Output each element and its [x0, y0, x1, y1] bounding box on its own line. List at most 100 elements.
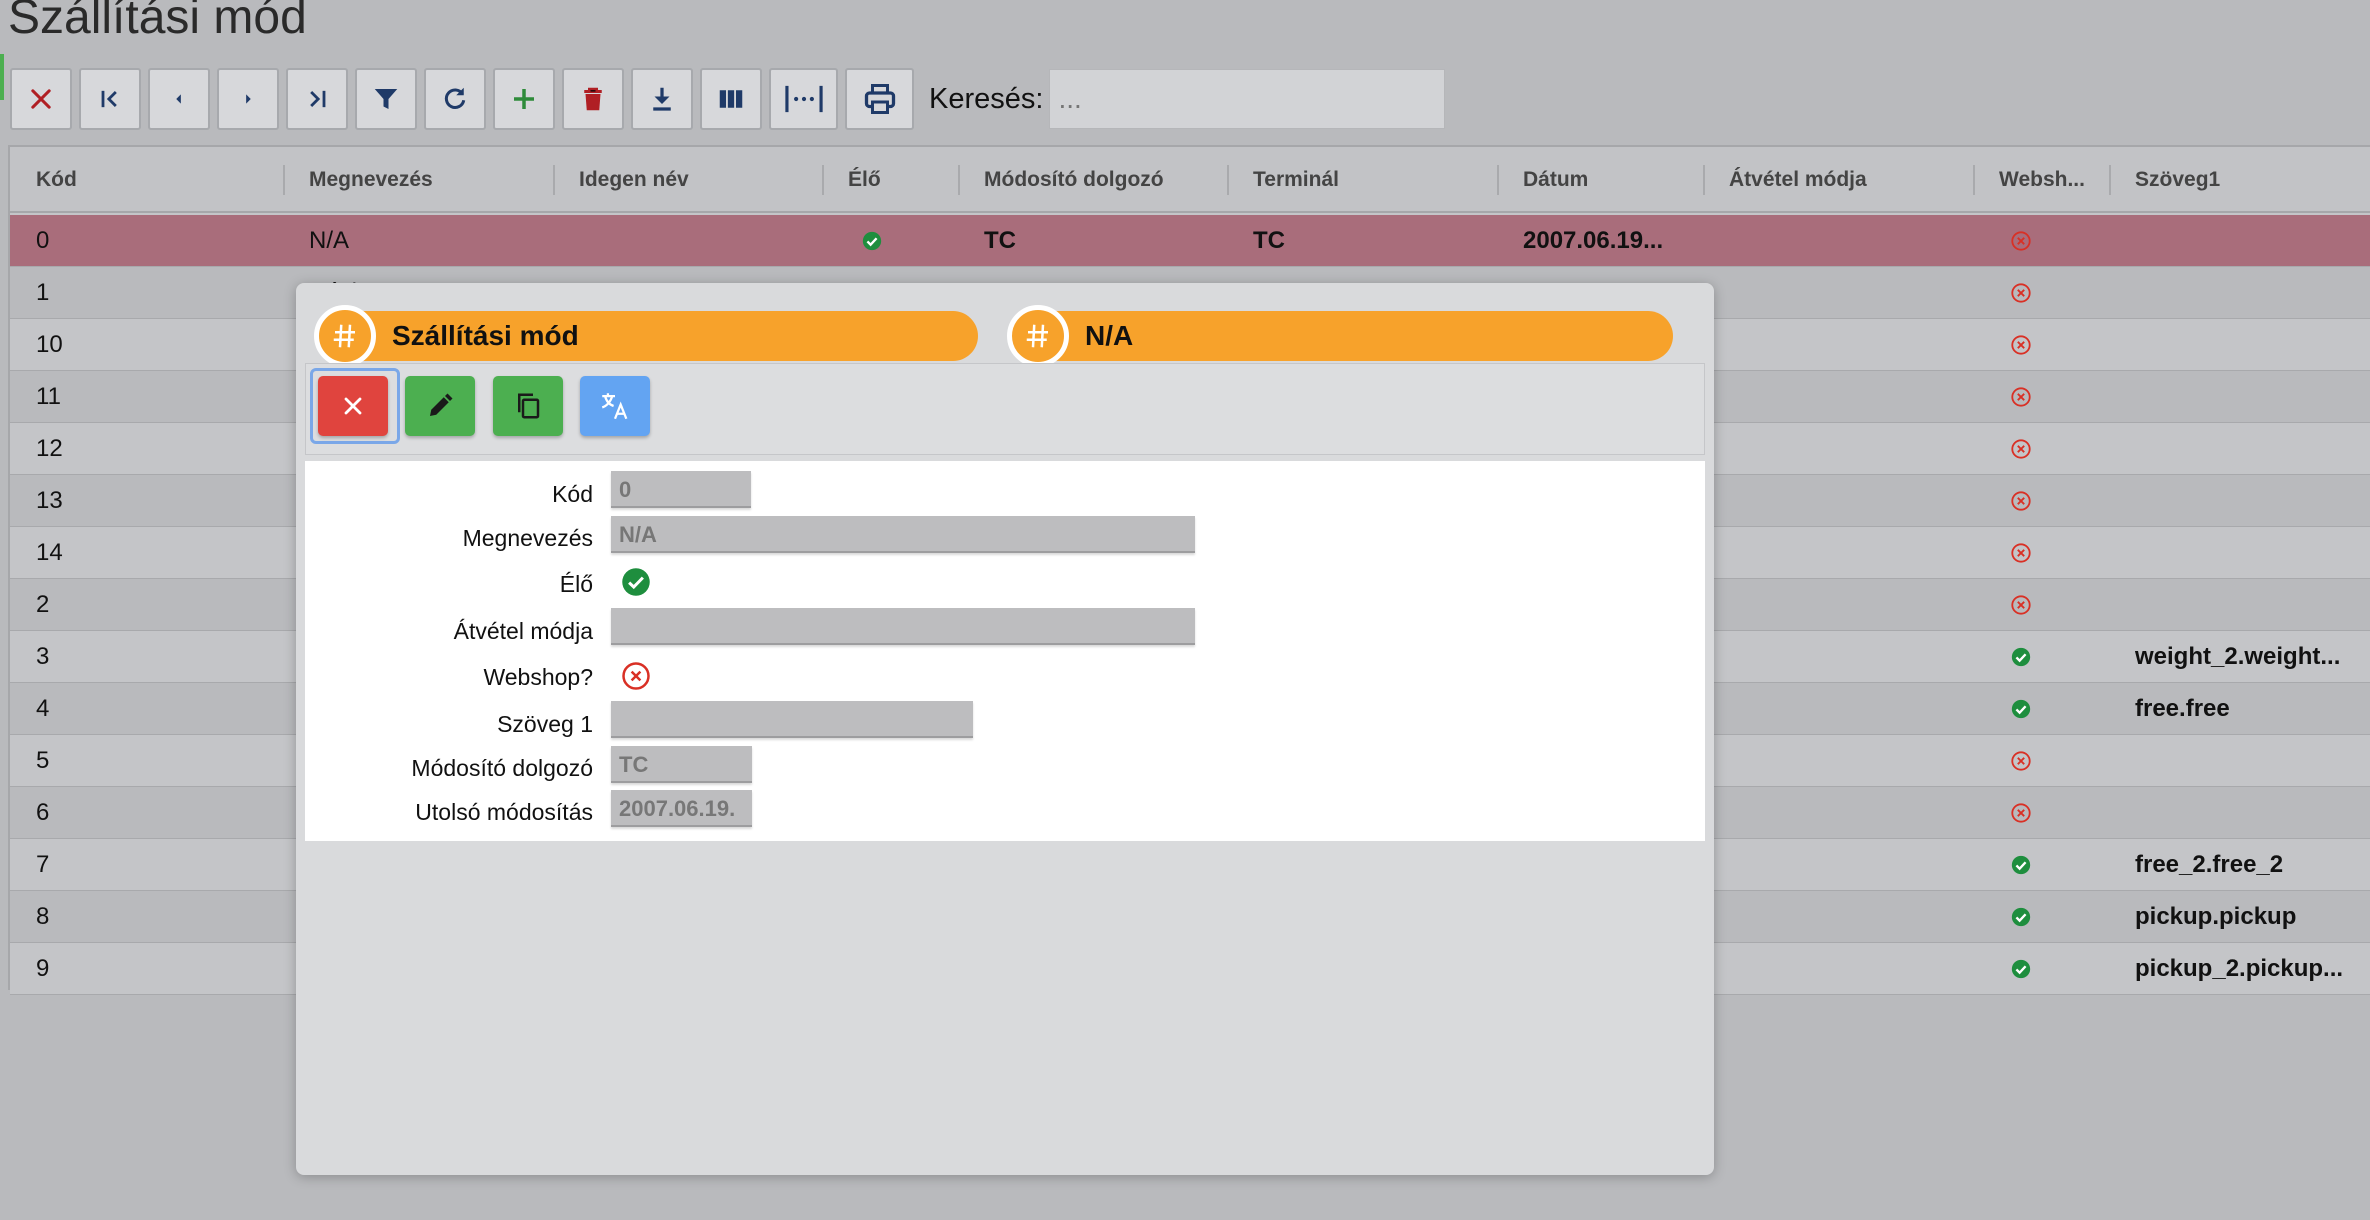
columns-button[interactable] — [700, 68, 762, 130]
column-separator[interactable] — [822, 165, 824, 195]
kod-label: Kód — [552, 481, 593, 507]
edit-button[interactable] — [405, 376, 475, 436]
translate-button[interactable] — [580, 376, 650, 436]
check-circle-icon — [2011, 959, 2031, 979]
check-circle-icon — [2011, 699, 2031, 719]
cell-kod: 2 — [36, 591, 50, 618]
column-separator[interactable] — [1497, 165, 1499, 195]
column-separator[interactable] — [1703, 165, 1705, 195]
check-circle-icon[interactable] — [621, 567, 651, 597]
cell-szoveg1: pickup_2.pickup... — [2135, 955, 2344, 982]
dialog-title: Szállítási mód — [392, 320, 579, 351]
x-circle-icon[interactable] — [621, 661, 651, 691]
record-form: Kód 0 Megnevezés N/A Élő Átvétel módja W… — [305, 461, 1705, 841]
table-row[interactable]: 0 N/A TC TC 2007.06.19... — [10, 215, 2370, 267]
refresh-button[interactable] — [424, 68, 486, 130]
page-title: Szállítási mód — [8, 0, 307, 44]
refresh-icon — [444, 87, 466, 109]
x-circle-icon — [2011, 283, 2031, 303]
toolbar: Keresés: — [10, 66, 1446, 132]
megnevezes-label: Megnevezés — [462, 525, 593, 551]
cell-kod: 5 — [36, 747, 50, 774]
download-button[interactable] — [631, 68, 693, 130]
atvetel-modja-field[interactable] — [611, 608, 1195, 645]
hash-icon — [333, 324, 355, 348]
cell-kod: 11 — [36, 383, 61, 410]
column-header-datum[interactable]: Dátum — [1523, 147, 1588, 213]
check-circle-icon — [2011, 855, 2031, 875]
search-input[interactable] — [1049, 69, 1446, 129]
last-record-button[interactable] — [286, 68, 348, 130]
column-header-idegen-nev[interactable]: Idegen név — [579, 147, 689, 213]
close-button[interactable] — [10, 68, 72, 130]
column-width-button[interactable] — [769, 68, 838, 130]
column-header-kod[interactable]: Kód — [36, 147, 77, 213]
filter-button[interactable] — [355, 68, 417, 130]
print-button[interactable] — [845, 68, 914, 130]
trash-icon — [584, 87, 602, 111]
next-record-button[interactable] — [217, 68, 279, 130]
cell-szoveg1: pickup.pickup — [2135, 903, 2297, 930]
check-circle-icon — [2011, 647, 2031, 667]
column-header-terminal[interactable]: Terminál — [1253, 147, 1339, 213]
column-header-atvetel-modja[interactable]: Átvétel módja — [1729, 147, 1867, 213]
x-circle-icon — [2011, 751, 2031, 771]
szoveg1-label: Szöveg 1 — [497, 711, 593, 737]
record-name-pill: N/A — [1007, 305, 1673, 367]
cell-kod: 8 — [36, 903, 50, 930]
cell-szoveg1: free_2.free_2 — [2135, 851, 2284, 878]
check-circle-icon — [862, 231, 882, 251]
megnevezes-field[interactable]: N/A — [611, 516, 1195, 553]
plus-icon — [514, 89, 534, 109]
download-icon — [653, 87, 671, 111]
last-page-icon — [310, 90, 326, 108]
cell-kod: 7 — [36, 851, 50, 878]
first-page-icon — [101, 90, 117, 108]
kod-field[interactable]: 0 — [611, 471, 751, 508]
chevron-left-icon — [176, 94, 181, 104]
record-name: N/A — [1085, 320, 1134, 351]
szoveg1-field[interactable] — [611, 701, 973, 738]
translate-icon — [601, 393, 628, 420]
x-circle-icon — [2011, 387, 2031, 407]
x-circle-icon — [2011, 595, 2031, 615]
delete-button[interactable] — [562, 68, 624, 130]
column-separator[interactable] — [1973, 165, 1975, 195]
printer-icon — [864, 84, 895, 114]
column-separator[interactable] — [958, 165, 960, 195]
x-circle-icon — [2011, 335, 2031, 355]
cell-modosito-dolgozo: TC — [984, 227, 1016, 254]
x-circle-icon — [2011, 231, 2031, 251]
column-separator[interactable] — [283, 165, 285, 195]
hash-badge — [1007, 305, 1069, 367]
add-button[interactable] — [493, 68, 555, 130]
grid-header: Kód Megnevezés Idegen név Élő Módosító d… — [10, 147, 2370, 213]
column-header-webshop[interactable]: Websh... — [1999, 147, 2085, 213]
utolso-modositas-field: 2007.06.19. — [611, 790, 752, 827]
cell-kod: 3 — [36, 643, 50, 670]
close-icon — [344, 397, 362, 415]
column-header-modosito-dolgozo[interactable]: Módosító dolgozó — [984, 147, 1164, 213]
cell-kod: 12 — [36, 435, 63, 462]
column-separator[interactable] — [2109, 165, 2111, 195]
modosito-dolgozo-field: TC — [611, 746, 752, 783]
previous-record-button[interactable] — [148, 68, 210, 130]
cancel-button[interactable] — [318, 376, 388, 436]
column-header-megnevezes[interactable]: Megnevezés — [309, 147, 433, 213]
cell-szoveg1: free.free — [2135, 695, 2230, 722]
column-header-szoveg1[interactable]: Szöveg1 — [2135, 147, 2220, 213]
column-header-elo[interactable]: Élő — [848, 147, 881, 213]
hash-icon — [1026, 324, 1048, 348]
hash-badge — [314, 305, 376, 367]
copy-button[interactable] — [493, 376, 563, 436]
close-icon — [31, 89, 51, 109]
cell-kod: 10 — [36, 331, 63, 358]
column-separator[interactable] — [1227, 165, 1229, 195]
first-record-button[interactable] — [79, 68, 141, 130]
chevron-right-icon — [246, 94, 251, 104]
copy-icon — [518, 393, 540, 419]
cell-kod: 9 — [36, 955, 50, 982]
elo-label: Élő — [559, 571, 593, 597]
column-separator[interactable] — [553, 165, 555, 195]
x-circle-icon — [2011, 491, 2031, 511]
